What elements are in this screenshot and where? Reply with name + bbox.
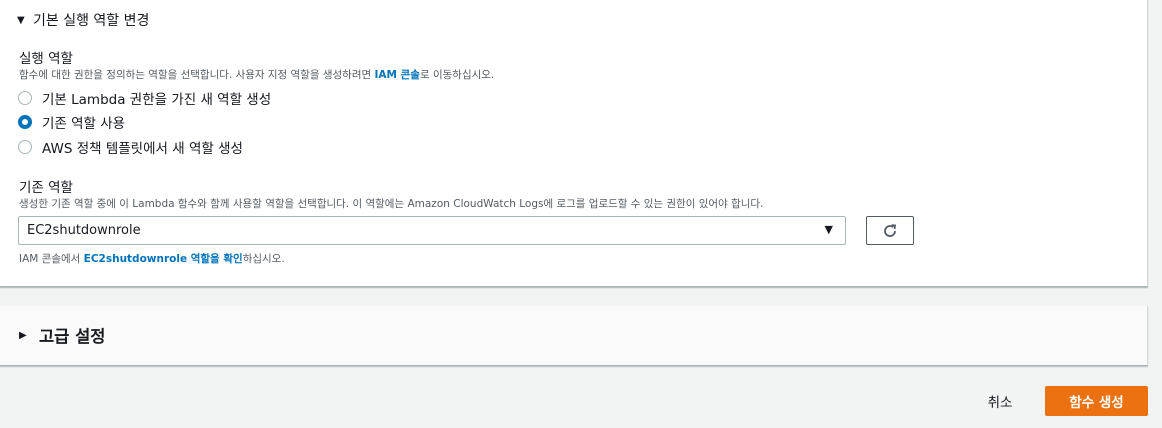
cancel-button[interactable]: 취소 [976, 387, 1024, 415]
refresh-icon [884, 223, 896, 237]
role-desc-text: 함수에 대한 권한을 정의하는 역할을 선택합니다. 사용자 지정 역할을 생성… [19, 69, 375, 81]
radio-option-policy-template[interactable]: AWS 정책 템플릿에서 새 역할 생성 [18, 137, 243, 157]
radio-option-existing-role[interactable]: 기존 역할 사용 [18, 112, 125, 132]
existing-role-label: 기존 역할 [19, 180, 73, 196]
caret-right-icon: ▶ [19, 329, 27, 341]
create-function-button[interactable]: 함수 생성 [1045, 386, 1148, 416]
caret-down-icon: ▼ [17, 14, 25, 26]
radio-button-selected[interactable] [18, 115, 32, 129]
help-prefix: IAM 콘솔에서 [19, 253, 84, 265]
view-role-link[interactable]: EC2shutdownrole 역할을 확인 [84, 253, 243, 265]
role-desc-suffix: 로 이동하십시오. [419, 69, 495, 81]
selected-role-value: EC2shutdownrole [27, 223, 141, 238]
existing-role-select[interactable]: EC2shutdownrole ▼ [18, 216, 846, 245]
advanced-settings-toggle[interactable]: ▶ 고급 설정 [19, 323, 105, 347]
advanced-settings-title: 고급 설정 [39, 327, 106, 346]
dropdown-caret-icon: ▼ [824, 223, 833, 236]
execution-role-description: 함수에 대한 권한을 정의하는 역할을 선택합니다. 사용자 지정 역할을 생성… [19, 67, 494, 82]
refresh-button[interactable] [866, 216, 914, 245]
radio-button[interactable] [18, 91, 32, 105]
radio-option-new-basic-role[interactable]: 기본 Lambda 권한을 가진 새 역할 생성 [18, 88, 271, 108]
radio-label: 기본 Lambda 권한을 가진 새 역할 생성 [42, 92, 272, 108]
radio-button[interactable] [18, 140, 32, 154]
advanced-settings-panel[interactable]: ▶ 고급 설정 [0, 306, 1148, 366]
radio-label: AWS 정책 템플릿에서 새 역할 생성 [42, 141, 243, 157]
role-help-text: IAM 콘솔에서 EC2shutdownrole 역할을 확인하십시오. [19, 251, 285, 266]
execution-role-label: 실행 역할 [19, 51, 73, 67]
execution-role-panel: ▼ 기본 실행 역할 변경 실행 역할 함수에 대한 권한을 정의하는 역할을 … [0, 0, 1148, 287]
existing-role-description: 생성한 기존 역할 중에 이 Lambda 함수와 함께 사용할 역할을 선택합… [19, 198, 764, 210]
change-default-role-toggle[interactable]: ▼ 기본 실행 역할 변경 [17, 10, 149, 30]
help-suffix: 하십시오. [242, 253, 285, 265]
radio-label: 기존 역할 사용 [42, 116, 126, 132]
iam-console-link[interactable]: IAM 콘솔 [375, 69, 420, 81]
change-default-role-label: 기본 실행 역할 변경 [33, 13, 150, 29]
